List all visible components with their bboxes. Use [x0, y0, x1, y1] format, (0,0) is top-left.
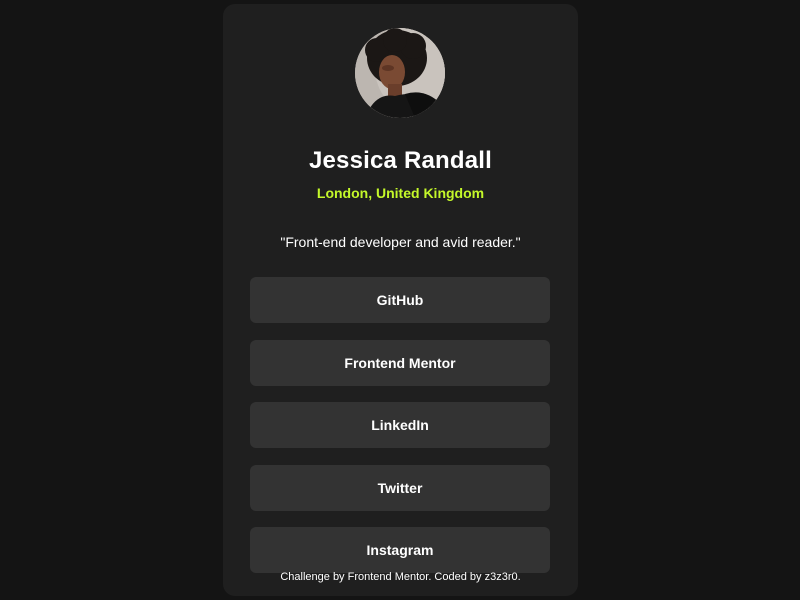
profile-card: Jessica Randall London, United Kingdom "…: [223, 4, 578, 596]
profile-name: Jessica Randall: [308, 147, 493, 174]
social-links: GitHub Frontend Mentor LinkedIn Twitter …: [250, 277, 550, 590]
linkedin-link-button[interactable]: LinkedIn: [250, 402, 550, 448]
profile-photo-icon: [355, 28, 445, 118]
profile-location: London, United Kingdom: [316, 185, 485, 201]
twitter-link-button[interactable]: Twitter: [250, 464, 550, 511]
attribution-footer: Challenge by Frontend Mentor. Coded by z…: [280, 571, 521, 583]
avatar: [355, 28, 445, 118]
github-link-button[interactable]: GitHub: [250, 277, 550, 323]
frontend-mentor-link-button[interactable]: Frontend Mentor: [250, 339, 550, 386]
instagram-link-button[interactable]: Instagram: [250, 527, 550, 573]
profile-bio: "Front-end developer and avid reader.": [280, 234, 521, 250]
